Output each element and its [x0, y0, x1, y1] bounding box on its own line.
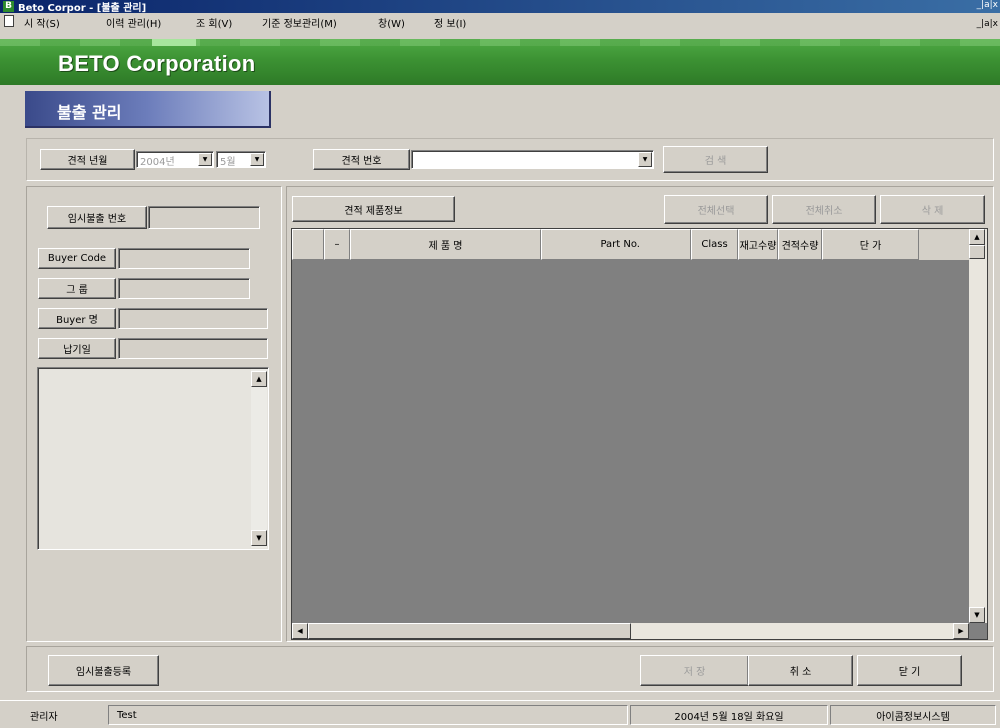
- horizontal-scroll-thumb[interactable]: [308, 623, 631, 639]
- scroll-right-icon[interactable]: ▶: [953, 623, 969, 639]
- mdi-controls[interactable]: _|a|x: [977, 19, 998, 29]
- scroll-up-icon[interactable]: ▲: [251, 371, 267, 387]
- column-header-part-no[interactable]: Part No.: [541, 229, 691, 260]
- delivery-date-field[interactable]: [118, 338, 268, 359]
- quote-no-select[interactable]: ▼: [411, 150, 654, 169]
- buyer-name-label: Buyer 명: [38, 308, 116, 329]
- buyer-code-label: Buyer Code: [38, 248, 116, 269]
- vertical-scroll-thumb[interactable]: [969, 245, 985, 259]
- document-icon[interactable]: [4, 15, 14, 27]
- temp-issue-no-label: 임시불출 번호: [47, 206, 147, 229]
- product-grid[interactable]: – 제 품 명 Part No. Class 재고수량 견적수량 단 가 ▲ ▼…: [291, 228, 988, 640]
- grid-vertical-scrollbar[interactable]: ▲ ▼: [969, 229, 987, 623]
- column-header-stock-qty[interactable]: 재고수량: [738, 229, 778, 260]
- buyer-name-field[interactable]: [118, 308, 268, 329]
- chevron-down-icon[interactable]: ▼: [250, 153, 264, 166]
- window-controls[interactable]: _|a|x: [977, 0, 998, 10]
- delete-button[interactable]: 삭 제: [880, 195, 985, 224]
- year-select-value: 2004년: [140, 157, 175, 168]
- menu-bar: 시 작(S) 이력 관리(H) 조 회(V) 기준 정보관리(M) 창(W) 정…: [0, 13, 1000, 35]
- quote-no-label: 견적 번호: [313, 149, 410, 170]
- status-date: 2004년 5월 18일 화요일: [630, 705, 828, 725]
- group-label: 그 룹: [38, 278, 116, 299]
- save-button[interactable]: 저 장: [640, 655, 749, 686]
- select-all-button[interactable]: 전체선택: [664, 195, 768, 224]
- chevron-down-icon[interactable]: ▼: [638, 152, 652, 167]
- column-header-quote-qty[interactable]: 견적수량: [778, 229, 822, 260]
- month-select[interactable]: 5월 ▼: [216, 151, 266, 168]
- column-header-product-name[interactable]: 제 품 명: [350, 229, 541, 260]
- banner-tag: [152, 39, 196, 46]
- column-header-select[interactable]: [292, 229, 324, 260]
- app-icon: B: [3, 1, 14, 12]
- close-button[interactable]: 닫 기: [857, 655, 962, 686]
- title-bar: B Beto Corpor - [불출 관리] _|a|x: [0, 0, 1000, 14]
- menu-window[interactable]: 창(W): [378, 15, 405, 30]
- memo-scrollbar[interactable]: ▲ ▼: [251, 369, 267, 548]
- search-button[interactable]: 검 색: [663, 146, 768, 173]
- product-info-label: 견적 제품정보: [292, 196, 455, 222]
- grid-horizontal-scrollbar[interactable]: ◀ ▶: [292, 623, 969, 639]
- page-title-text: 불출 관리: [57, 103, 122, 122]
- status-user-label: 관리자: [30, 711, 58, 723]
- temp-issue-no-field[interactable]: [148, 206, 260, 229]
- year-select[interactable]: 2004년 ▼: [136, 151, 214, 168]
- status-company: 아이콤정보시스템: [830, 705, 996, 725]
- column-header-unit-price[interactable]: 단 가: [822, 229, 919, 260]
- scroll-down-icon[interactable]: ▼: [251, 530, 267, 546]
- temp-register-button[interactable]: 임시불출등록: [48, 655, 159, 686]
- grid-header: – 제 품 명 Part No. Class 재고수량 견적수량 단 가: [292, 229, 969, 260]
- column-header-marker[interactable]: –: [324, 229, 350, 260]
- banner-pattern: [0, 39, 1000, 46]
- chevron-down-icon[interactable]: ▼: [198, 153, 212, 166]
- menu-info[interactable]: 정 보(I): [434, 15, 466, 30]
- menu-history[interactable]: 이력 관리(H): [106, 15, 161, 30]
- buyer-code-field[interactable]: [118, 248, 250, 269]
- scroll-up-icon[interactable]: ▲: [969, 229, 985, 245]
- status-user-value: Test: [108, 705, 628, 725]
- deselect-all-button[interactable]: 전체취소: [772, 195, 876, 224]
- status-bar: 관리자 Test 2004년 5월 18일 화요일 아이콤정보시스템: [0, 700, 1000, 728]
- delivery-date-label: 납기일: [38, 338, 116, 359]
- window-title: Beto Corpor - [불출 관리]: [18, 3, 147, 14]
- group-field[interactable]: [118, 278, 250, 299]
- brand-name: BETO Corporation: [58, 51, 256, 76]
- menu-query[interactable]: 조 회(V): [196, 15, 232, 30]
- memo-textarea[interactable]: ▲ ▼: [37, 367, 269, 550]
- cancel-button[interactable]: 취 소: [748, 655, 853, 686]
- brand-banner: BETO Corporation: [0, 39, 1000, 85]
- month-select-value: 5월: [220, 157, 236, 168]
- scroll-left-icon[interactable]: ◀: [292, 623, 308, 639]
- menu-master-data[interactable]: 기준 정보관리(M): [262, 15, 337, 30]
- column-header-class[interactable]: Class: [691, 229, 738, 260]
- scroll-down-icon[interactable]: ▼: [969, 607, 985, 623]
- menu-start[interactable]: 시 작(S): [24, 15, 60, 30]
- page-title: 불출 관리: [25, 91, 271, 128]
- year-month-label: 견적 년월: [40, 149, 135, 170]
